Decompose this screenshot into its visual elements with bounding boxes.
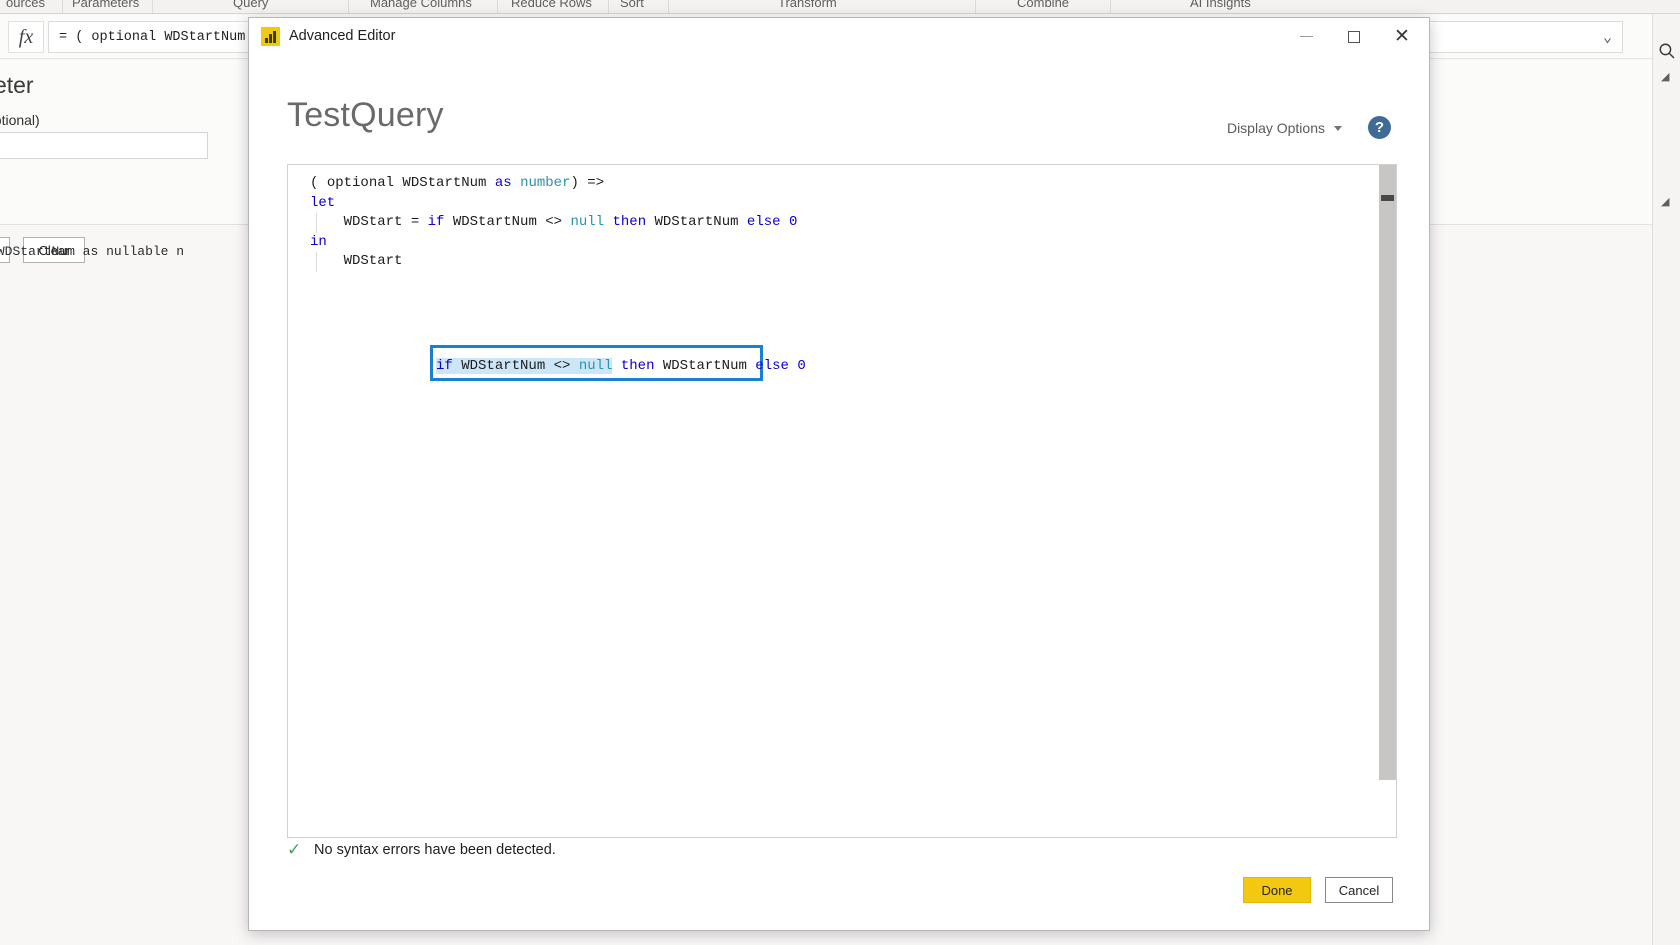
- ribbon-group-query: Query: [233, 0, 269, 10]
- syntax-status-text: No syntax errors have been detected.: [314, 841, 556, 858]
- power-bi-icon: [261, 27, 280, 46]
- code-line: ( optional WDStartNum as number) =>: [288, 174, 1378, 194]
- ribbon-group-sort: Sort: [620, 0, 644, 10]
- ribbon-group-parameters: Parameters: [72, 0, 140, 10]
- ribbon-group-combine: Combine: [1017, 0, 1070, 10]
- check-icon: ✓: [287, 840, 302, 859]
- code-token: 0: [788, 214, 798, 230]
- code-lines: ( optional WDStartNum as number) => let W…: [288, 174, 1378, 272]
- collapse-arrow-icon[interactable]: ◢: [1661, 195, 1669, 208]
- highlighted-expression-box: if WDStartNum <> null then WDStartNum el…: [430, 345, 806, 381]
- code-line: in: [288, 233, 1378, 253]
- code-token: ) =>: [570, 175, 605, 191]
- code-token: WDStartNum <>: [444, 214, 571, 230]
- code-token: if: [436, 358, 453, 374]
- code-token: else: [755, 358, 789, 374]
- fx-icon[interactable]: fx: [8, 21, 44, 53]
- ribbon-divider: [608, 0, 609, 14]
- code-token: then: [620, 358, 655, 374]
- display-options-button[interactable]: Display Options: [1227, 120, 1342, 136]
- code-token: optional: [326, 175, 395, 191]
- code-token: WDStart: [310, 253, 403, 269]
- ribbon-divider: [668, 0, 669, 14]
- code-token: WDStartNum: [394, 175, 495, 191]
- code-token: <>: [545, 358, 579, 374]
- code-token: (: [310, 175, 327, 191]
- ribbon-group-reduce-rows: Reduce Rows: [511, 0, 592, 10]
- ribbon-divider: [497, 0, 498, 14]
- indent-guide: [316, 213, 317, 233]
- query-name-heading: TestQuery: [287, 96, 444, 134]
- chevron-down-icon: [1334, 125, 1342, 131]
- code-token: WDStart =: [310, 214, 428, 230]
- dialog-titlebar[interactable]: Advanced Editor ✕: [249, 18, 1429, 55]
- code-token: [452, 358, 462, 374]
- maximize-button[interactable]: [1331, 18, 1377, 55]
- code-token: let: [310, 194, 336, 211]
- minimize-button[interactable]: [1283, 18, 1329, 55]
- help-icon[interactable]: ?: [1368, 116, 1391, 139]
- ribbon-divider: [975, 0, 976, 14]
- code-token: number: [520, 175, 571, 191]
- code-token: else: [746, 214, 781, 230]
- ribbon-divider: [348, 0, 349, 14]
- syntax-status: ✓ No syntax errors have been detected.: [287, 841, 556, 858]
- chevron-down-icon[interactable]: ⌄: [1603, 28, 1612, 47]
- search-icon[interactable]: [1658, 42, 1676, 60]
- indent-guide: [316, 252, 317, 272]
- maximize-icon: [1348, 30, 1360, 43]
- code-token: null: [578, 358, 613, 374]
- close-icon: ✕: [1394, 26, 1410, 47]
- highlighted-expression-text: if WDStartNum <> null then WDStartNum el…: [436, 351, 806, 381]
- cancel-button[interactable]: Cancel: [1325, 877, 1393, 903]
- ribbon-divider: [152, 0, 153, 14]
- signature-rest: WDStartNum as nullable n: [0, 244, 185, 259]
- panel-title: ameter: [0, 72, 34, 98]
- right-side-rail: ◢ ◢: [1652, 14, 1680, 945]
- advanced-editor-dialog: Advanced Editor ✕ TestQuery Display Opti…: [248, 17, 1430, 931]
- parameter-field-label: um (optional): [0, 112, 40, 128]
- code-token: WDStartNum: [461, 358, 546, 374]
- editor-scrollbar-spacer: [1379, 780, 1396, 837]
- ribbon-group-ai-insights: AI Insights: [1190, 0, 1251, 10]
- code-line: WDStart = if WDStartNum <> null then WDS…: [288, 213, 1378, 233]
- code-token: then: [612, 214, 647, 230]
- ribbon-group-label-strip: ources Parameters Query Manage Columns R…: [0, 0, 1680, 14]
- code-token: WDStartNum: [654, 358, 756, 374]
- editor-scrollbar[interactable]: [1379, 165, 1396, 837]
- display-options-label: Display Options: [1226, 120, 1325, 136]
- formula-input-value: = ( optional WDStartNum a: [59, 29, 262, 45]
- parameter-value-input[interactable]: 123: [0, 132, 208, 159]
- done-button[interactable]: Done: [1243, 877, 1311, 903]
- code-line: let: [288, 194, 1378, 214]
- function-signature-preview: optional WDStartNum as nullable n: [0, 242, 184, 259]
- ribbon-group-manage-columns: Manage Columns: [370, 0, 472, 10]
- m-code-editor[interactable]: ( optional WDStartNum as number) => let W…: [287, 164, 1397, 838]
- code-token: 0: [797, 358, 806, 374]
- ribbon-divider: [62, 0, 63, 14]
- ribbon-group-sources: ources: [6, 0, 46, 10]
- ribbon-group-transform: Transform: [778, 0, 837, 10]
- ribbon-divider: [1110, 0, 1111, 14]
- code-line: WDStart: [288, 252, 1378, 272]
- code-token: null: [570, 214, 605, 230]
- code-token: WDStartNum: [646, 214, 747, 230]
- dialog-title: Advanced Editor: [289, 28, 396, 44]
- code-token: as: [494, 175, 512, 191]
- collapse-arrow-icon[interactable]: ◢: [1661, 70, 1669, 83]
- minimize-icon: [1299, 36, 1313, 37]
- editor-scrollbar-thumb[interactable]: [1381, 195, 1394, 201]
- code-token: if: [427, 214, 445, 230]
- close-button[interactable]: ✕: [1379, 18, 1425, 55]
- code-token: in: [310, 233, 327, 250]
